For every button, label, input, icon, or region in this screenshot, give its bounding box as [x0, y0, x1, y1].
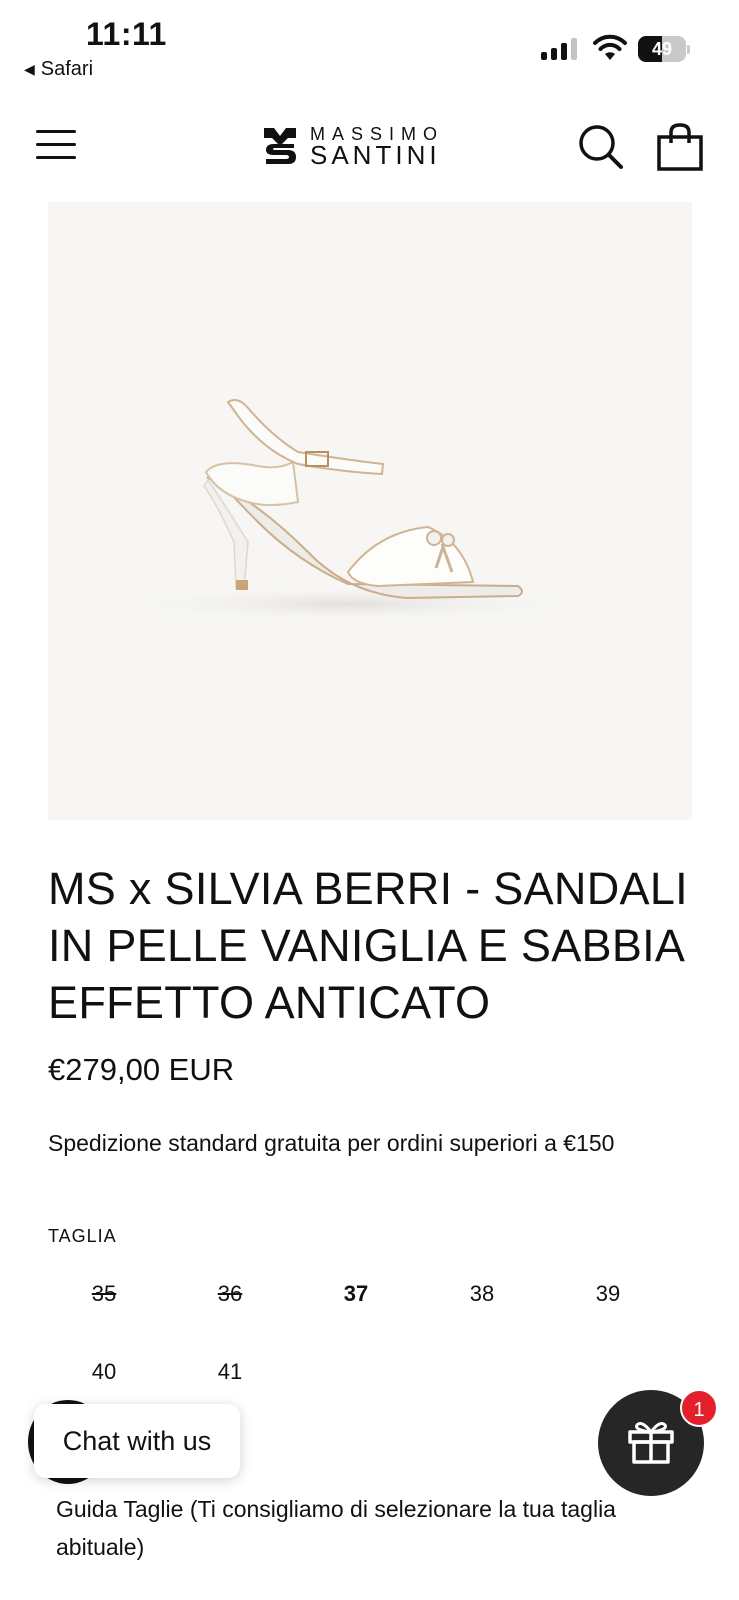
status-bar: 11:11 ◀ Safari 49 [0, 0, 739, 90]
status-time: 11:11 [86, 16, 167, 52]
size-option[interactable]: 40 [40, 1350, 168, 1394]
search-icon[interactable] [578, 124, 624, 170]
menu-button[interactable] [36, 128, 78, 162]
battery-percent: 49 [651, 39, 673, 59]
chat-with-us-button[interactable]: Chat with us [34, 1404, 240, 1478]
sandal-illustration [118, 399, 578, 622]
product-price: €279,00 EUR [48, 1052, 235, 1087]
brand-logo[interactable]: MASSIMO SANTINI [262, 122, 444, 170]
size-option[interactable]: 36 [166, 1272, 294, 1316]
size-guide-link[interactable]: Guida Taglie (Ti consigliamo di selezion… [56, 1490, 706, 1566]
size-label: TAGLIA [48, 1226, 117, 1246]
size-option[interactable]: 41 [166, 1350, 294, 1394]
back-triangle-icon: ◀ [24, 61, 35, 77]
size-option[interactable]: 38 [418, 1272, 546, 1316]
size-option[interactable]: 37 [292, 1272, 420, 1316]
gift-icon [628, 1422, 674, 1464]
battery-icon: 49 [638, 36, 690, 62]
product-image[interactable] [48, 202, 692, 820]
size-option[interactable]: 39 [544, 1272, 672, 1316]
gift-badge: 1 [680, 1389, 718, 1427]
shipping-note: Spedizione standard gratuita per ordini … [48, 1130, 615, 1156]
shopping-bag-icon[interactable] [656, 122, 704, 172]
logo-mark-icon [264, 128, 296, 164]
wifi-icon [593, 34, 627, 60]
back-app-label: Safari [40, 58, 94, 80]
size-option[interactable]: 35 [40, 1272, 168, 1316]
cellular-signal-icon [541, 36, 577, 60]
site-header: MASSIMO SANTINI [0, 110, 739, 180]
back-to-app-link[interactable]: ◀ Safari [24, 58, 93, 81]
product-title: MS x SILVIA BERRI - SANDALI IN PELLE VAN… [48, 863, 688, 1028]
logo-text-santini: SANTINI [310, 139, 441, 170]
